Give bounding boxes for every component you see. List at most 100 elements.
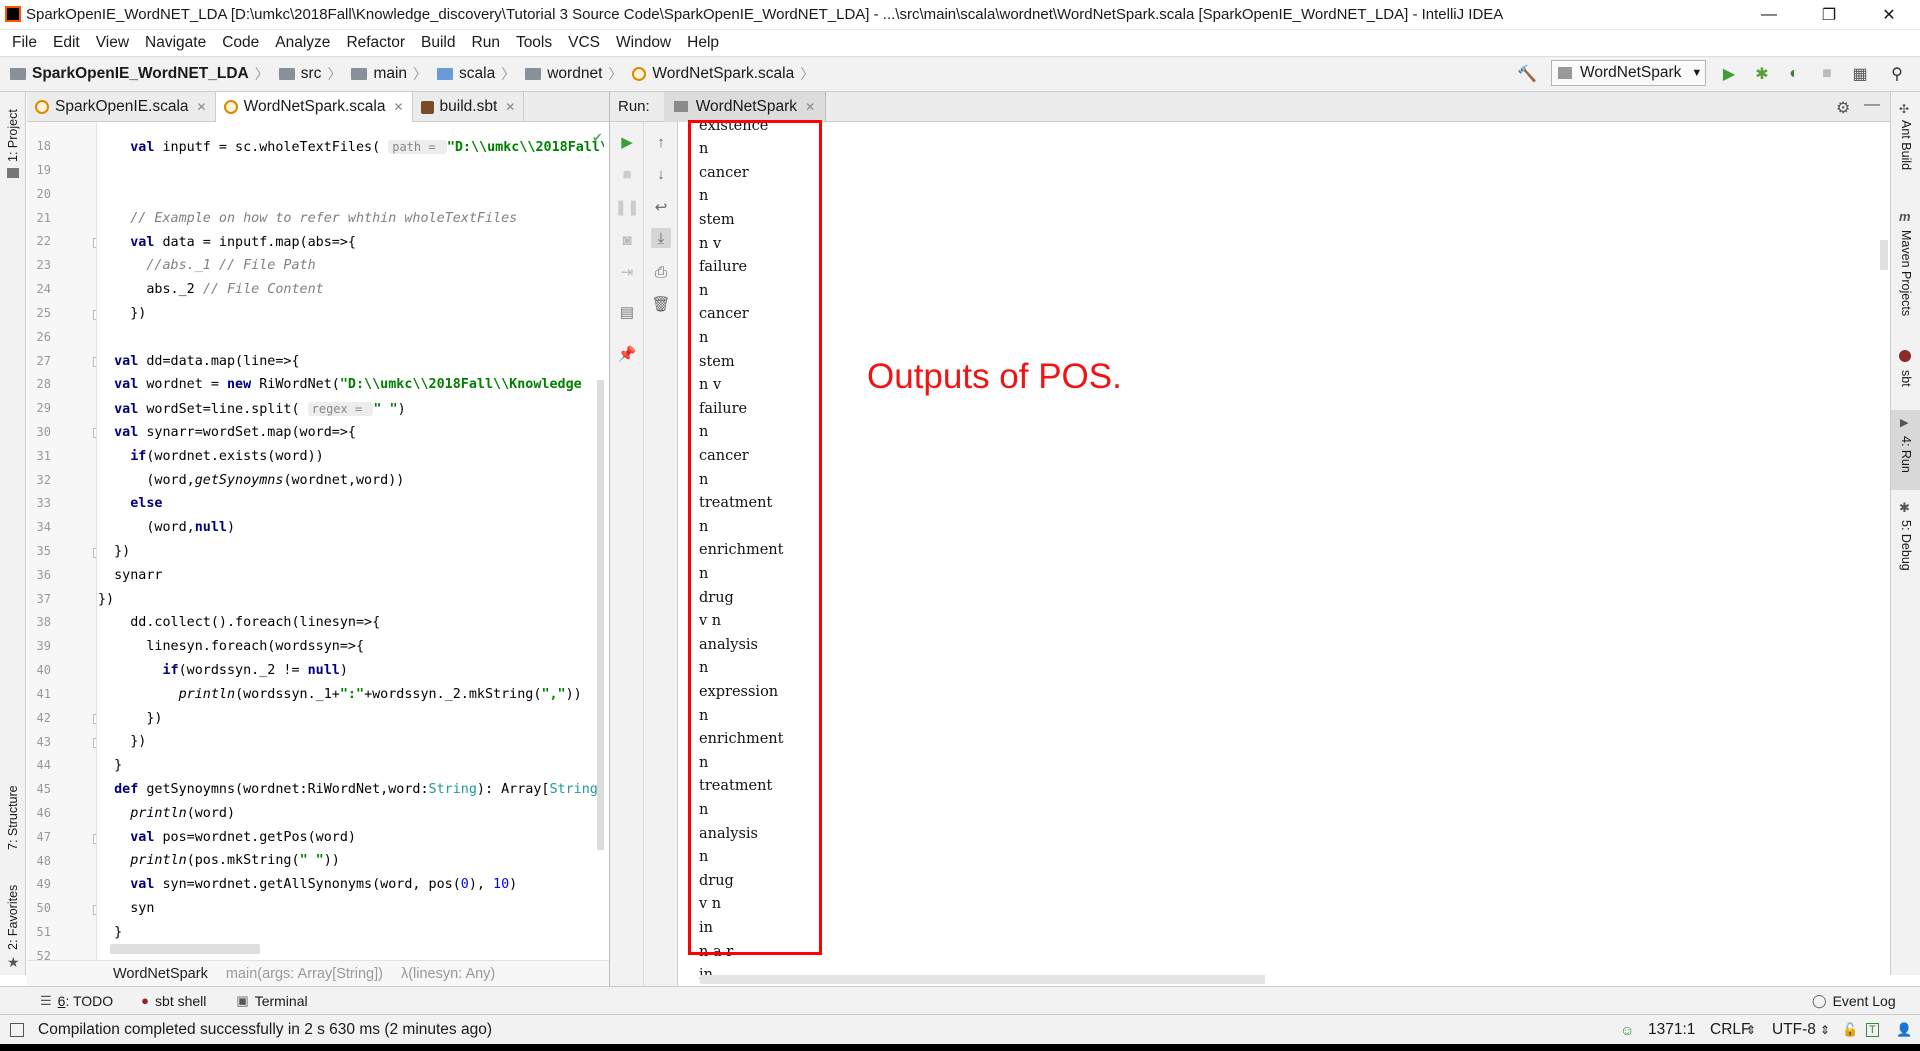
file-encoding[interactable]: UTF-8: [1772, 1021, 1816, 1039]
lock-icon[interactable]: 🔓: [1842, 1022, 1858, 1038]
run-tab-wordnetspark[interactable]: WordNetSpark ✕: [663, 91, 827, 122]
close-tab-icon[interactable]: ✕: [393, 100, 403, 114]
console-horizontal-scrollbar[interactable]: [700, 975, 1265, 984]
fold-marker-icon[interactable]: [93, 548, 96, 558]
sbt-shell-tool-tab[interactable]: ● sbt shell: [141, 993, 206, 1009]
menu-run[interactable]: Run: [464, 34, 508, 52]
encoding-arrows-icon[interactable]: ⇕: [1820, 1023, 1830, 1037]
debug-icon[interactable]: ✱: [1751, 63, 1773, 85]
soft-wrap-icon[interactable]: ↩: [651, 197, 671, 217]
hector-icon[interactable]: 👤: [1896, 1022, 1912, 1038]
close-tab-icon[interactable]: ✕: [505, 100, 515, 114]
console-vertical-scrollbar[interactable]: [1880, 240, 1888, 270]
menu-build[interactable]: Build: [413, 34, 463, 52]
fold-marker-icon[interactable]: [93, 714, 96, 724]
status-message[interactable]: Compilation completed successfully in 2 …: [38, 1021, 492, 1039]
event-log-tool-tab[interactable]: ◯ Event Log: [1812, 993, 1896, 1009]
menu-vcs[interactable]: VCS: [560, 34, 608, 52]
trash-icon[interactable]: 🗑: [651, 294, 671, 314]
project-tool-tab[interactable]: 1: Project: [6, 109, 20, 162]
left-tool-strip: 1: Project 7: Structure 2: Favorites ★: [0, 92, 26, 975]
fold-marker-icon[interactable]: [93, 238, 96, 248]
fold-marker-icon[interactable]: [93, 428, 96, 438]
fold-marker-icon[interactable]: [93, 310, 96, 320]
tab-wordnetspark-scala[interactable]: WordNetSpark.scala ✕: [215, 92, 413, 122]
stop-icon[interactable]: ■: [617, 164, 637, 184]
crumb-package[interactable]: wordnet 〉: [521, 64, 628, 84]
search-icon[interactable]: ⚲: [1886, 63, 1908, 85]
breadcrumb-method[interactable]: main(args: Array[String]): [226, 966, 383, 982]
smiley-icon[interactable]: ☺: [1620, 1022, 1634, 1038]
crumb-project[interactable]: SparkOpenIE_WordNET_LDA 〉: [0, 64, 275, 84]
code-line-30: val synarr=wordSet.map(word=>{: [114, 425, 356, 440]
restore-layout-icon[interactable]: ⇥: [617, 262, 637, 282]
line-separator[interactable]: CRLF: [1710, 1021, 1750, 1039]
fold-marker-icon[interactable]: [93, 834, 96, 844]
terminal-tool-tab[interactable]: ▣ Terminal: [236, 993, 307, 1009]
run-configuration-select[interactable]: WordNetSpark ▼: [1551, 60, 1706, 86]
minimize-button[interactable]: —: [1746, 0, 1792, 30]
menu-code[interactable]: Code: [214, 34, 267, 52]
build-hammer-icon[interactable]: 🔨: [1516, 63, 1538, 85]
menu-view[interactable]: View: [88, 34, 137, 52]
close-button[interactable]: ✕: [1866, 0, 1912, 30]
ant-build-tool-tab[interactable]: Ant Build: [1899, 120, 1913, 170]
todo-label: : TODO: [65, 992, 114, 1009]
typeaware-highlight-icon[interactable]: T: [1866, 1022, 1879, 1037]
maven-projects-tool-tab[interactable]: Maven Projects: [1899, 230, 1913, 316]
pause-icon[interactable]: ❚❚: [614, 197, 639, 217]
run-icon[interactable]: ▶: [1718, 63, 1740, 85]
camera-icon[interactable]: ◙: [617, 230, 637, 250]
arrow-up-icon[interactable]: ↑: [651, 132, 671, 152]
print-icon[interactable]: ⎙: [651, 262, 671, 282]
todo-tool-tab[interactable]: ☰ 6: TODO: [40, 993, 113, 1009]
run-coverage-icon[interactable]: ◐: [1783, 63, 1805, 85]
tab-sparkopenie-scala[interactable]: SparkOpenIE.scala ✕: [27, 92, 216, 122]
editor-gutter: 18 19 20 21 22 23 24 25 26 27 28 29 30 3…: [27, 122, 97, 960]
crumb-main[interactable]: main 〉: [347, 64, 433, 84]
crumb-file[interactable]: WordNetSpark.scala 〉: [628, 64, 820, 84]
pin-icon[interactable]: 📌: [617, 344, 637, 364]
tab-build-sbt[interactable]: build.sbt ✕: [413, 92, 525, 122]
breadcrumb-object[interactable]: WordNetSpark: [113, 966, 208, 982]
close-tab-icon[interactable]: ✕: [805, 100, 815, 114]
editor-horizontal-scrollbar[interactable]: [110, 944, 260, 954]
menu-file[interactable]: File: [4, 34, 45, 52]
fold-marker-icon[interactable]: [93, 738, 96, 748]
fold-marker-icon[interactable]: [93, 905, 96, 915]
editor-vertical-scrollbar[interactable]: [597, 380, 604, 850]
app-config-icon: [673, 101, 688, 112]
gear-icon[interactable]: ⚙: [1836, 98, 1850, 118]
menu-help[interactable]: Help: [679, 34, 727, 52]
caret-position[interactable]: 1371:1: [1648, 1021, 1695, 1039]
code-line-23: //abs._1 // File Path: [98, 258, 316, 273]
console-output[interactable]: existence n cancer n stem n v failure n …: [679, 122, 1890, 986]
fold-marker-icon[interactable]: [93, 357, 96, 367]
arrow-down-icon[interactable]: ↓: [651, 164, 671, 184]
structure-tool-tab[interactable]: 7: Structure: [6, 785, 20, 850]
layout-icon[interactable]: ▤: [617, 302, 637, 322]
menu-analyze[interactable]: Analyze: [267, 34, 338, 52]
rerun-icon[interactable]: ▶: [617, 132, 637, 152]
restore-button[interactable]: ❐: [1806, 0, 1852, 30]
favorites-tool-tab[interactable]: 2: Favorites: [6, 885, 20, 950]
crumb-scala[interactable]: scala 〉: [433, 64, 521, 84]
toggle-tool-windows-icon[interactable]: [10, 1022, 24, 1037]
menu-edit[interactable]: Edit: [45, 34, 88, 52]
project-structure-icon[interactable]: ▦: [1849, 63, 1871, 85]
close-tab-icon[interactable]: ✕: [197, 100, 207, 114]
debug-tool-tab[interactable]: 5: Debug: [1899, 520, 1913, 571]
menu-navigate[interactable]: Navigate: [137, 34, 214, 52]
sbt-tool-tab[interactable]: sbt: [1899, 370, 1913, 387]
hide-panel-icon[interactable]: —: [1864, 96, 1880, 114]
line-separator-arrows-icon[interactable]: ⇕: [1746, 1023, 1756, 1037]
menu-window[interactable]: Window: [608, 34, 679, 52]
menu-refactor[interactable]: Refactor: [338, 34, 413, 52]
breadcrumb-lambda[interactable]: λ(linesyn: Any): [401, 966, 495, 982]
stop-icon[interactable]: ■: [1816, 63, 1838, 85]
code-editor[interactable]: ✔ val inputf = sc.wholeTextFiles( path =…: [98, 122, 604, 960]
crumb-src[interactable]: src 〉: [275, 64, 348, 84]
scroll-to-end-icon[interactable]: ⤓: [651, 228, 671, 248]
run-tool-tab[interactable]: 4: Run: [1899, 436, 1913, 473]
menu-tools[interactable]: Tools: [508, 34, 560, 52]
